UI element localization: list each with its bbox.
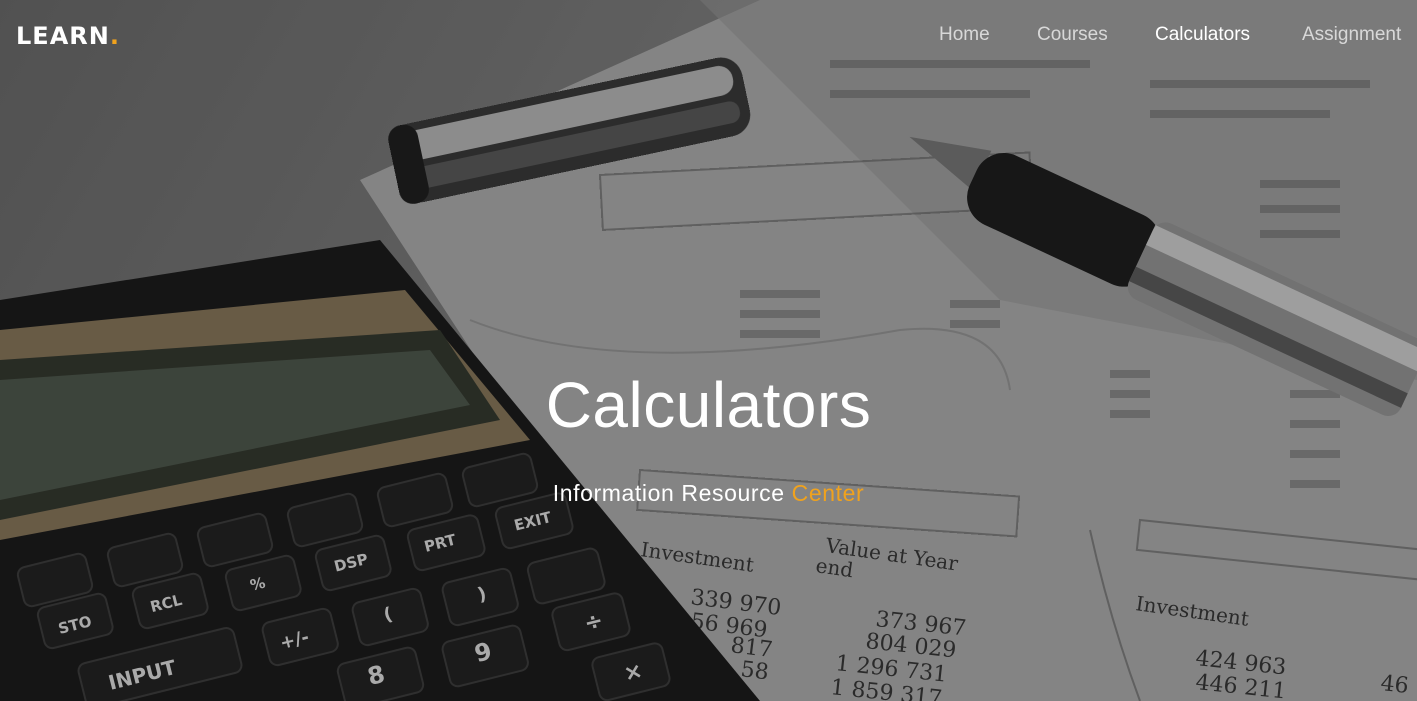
subtitle-main: Information Resource bbox=[552, 480, 785, 506]
top-navbar: LEARN. Home Courses Calculators Assignme… bbox=[0, 0, 1417, 72]
hero-section: Investment Value at Year end Investment … bbox=[0, 0, 1417, 701]
nav-link-courses[interactable]: Courses bbox=[1037, 24, 1108, 46]
nav-link-assignment[interactable]: Assignment bbox=[1302, 24, 1401, 46]
hero-dark-overlay bbox=[0, 0, 1417, 701]
subtitle-accent: Center bbox=[791, 480, 865, 506]
page-subtitle: Information Resource Center bbox=[0, 480, 1417, 507]
nav-link-calculators[interactable]: Calculators bbox=[1155, 24, 1250, 46]
page-title: Calculators bbox=[545, 369, 872, 441]
nav-menu: Home Courses Calculators Assignment bbox=[0, 24, 1417, 48]
nav-link-home[interactable]: Home bbox=[939, 24, 990, 46]
